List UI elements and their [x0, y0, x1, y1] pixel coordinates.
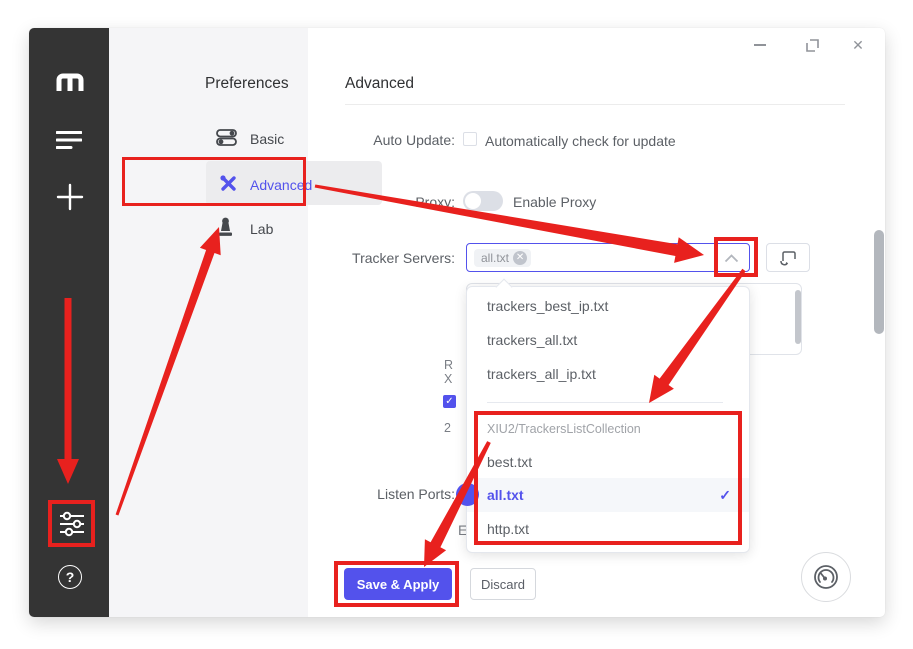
minimize-button[interactable]	[751, 36, 769, 54]
page-title: Advanced	[345, 75, 414, 92]
maximize-icon	[805, 38, 819, 52]
tag-close-icon[interactable]: ✕	[513, 251, 528, 265]
dropdown-divider	[487, 402, 723, 403]
maximize-button[interactable]	[803, 36, 821, 54]
toggle-knob	[465, 193, 481, 209]
clipped-tip-line-1: R	[444, 358, 454, 372]
textarea-scrollbar[interactable]	[795, 290, 801, 344]
tracker-servers-label: Tracker Servers:	[352, 250, 455, 266]
help-icon[interactable]: ?	[58, 565, 82, 589]
lab-stamp-icon	[219, 217, 232, 236]
preferences-title: Preferences	[205, 75, 289, 92]
add-task-icon[interactable]	[56, 183, 84, 211]
annotation-box-advanced-nav	[122, 157, 306, 206]
sync-icon	[779, 250, 796, 265]
tracker-tag: all.txt ✕	[474, 249, 532, 267]
dropdown-item[interactable]: trackers_all.txt	[467, 323, 749, 357]
close-button[interactable]: ✕	[849, 36, 867, 54]
proxy-label: Proxy:	[415, 194, 455, 210]
preferences-nav: Preferences Basic Advanced Lab	[109, 28, 382, 617]
nav-item-basic-label: Basic	[250, 131, 285, 147]
annotation-box-save-apply	[334, 561, 459, 607]
basic-toggles-icon	[216, 129, 237, 146]
clipped-tip-line-3: 2	[444, 421, 451, 435]
window-scrollbar[interactable]	[874, 230, 884, 334]
app-window: ? Preferences Basic Advanced Lab Advance…	[29, 28, 885, 617]
proxy-toggle[interactable]	[463, 191, 503, 211]
auto-update-checkbox[interactable]	[463, 132, 477, 146]
clipped-tip-line-2: X	[444, 372, 453, 386]
nav-item-lab-label: Lab	[250, 221, 274, 237]
title-divider	[345, 104, 845, 105]
auto-update-label: Auto Update:	[373, 132, 455, 148]
auto-update-checkbox-label: Automatically check for update	[485, 133, 676, 149]
clipped-checked-checkbox[interactable]: ✓	[443, 395, 456, 408]
dropdown-item[interactable]: trackers_all_ip.txt	[467, 357, 749, 391]
tracker-select[interactable]: all.txt ✕	[466, 243, 750, 272]
minimize-icon	[754, 44, 766, 46]
screenshot-canvas: ? Preferences Basic Advanced Lab Advance…	[0, 0, 913, 649]
speed-gauge-button[interactable]	[801, 552, 851, 602]
tracker-tag-label: all.txt	[481, 251, 510, 265]
annotation-box-preferences-icon	[48, 500, 95, 547]
dropdown-item[interactable]: trackers_best_ip.txt	[467, 289, 749, 323]
sync-trackers-button[interactable]	[766, 243, 810, 272]
nav-item-lab[interactable]: Lab	[206, 211, 382, 243]
motrix-logo-icon	[56, 73, 84, 91]
annotation-box-xiu2-group	[474, 411, 742, 545]
speed-gauge-icon	[814, 565, 838, 589]
proxy-toggle-label: Enable Proxy	[513, 194, 597, 210]
listen-ports-label: Listen Ports:	[377, 486, 455, 502]
discard-button[interactable]: Discard	[470, 568, 536, 600]
annotation-box-select-chevron	[714, 237, 758, 277]
task-list-icon[interactable]	[56, 130, 82, 150]
